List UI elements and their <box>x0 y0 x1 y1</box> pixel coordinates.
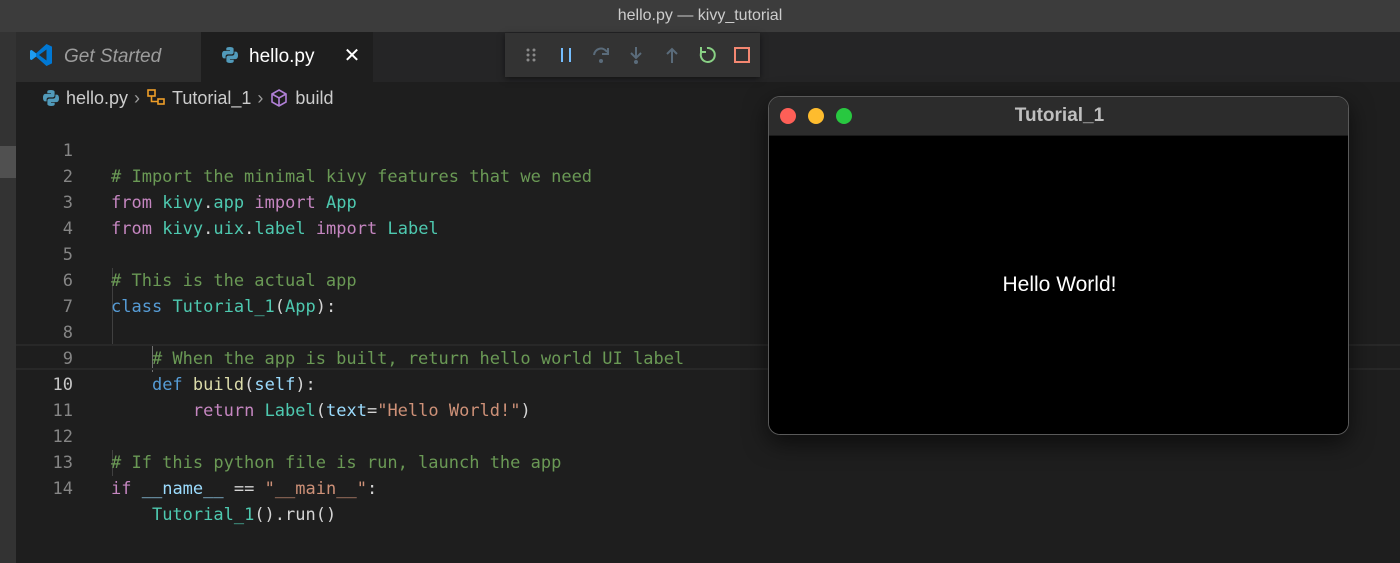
kivy-app-window[interactable]: Tutorial_1 Hello World! <box>768 96 1349 435</box>
tab-label: Get Started <box>64 46 162 67</box>
window-titlebar: hello.py — kivy_tutorial <box>0 0 1400 32</box>
step-into-icon <box>630 47 643 64</box>
restart-button[interactable] <box>689 33 724 77</box>
kivy-window-titlebar[interactable]: Tutorial_1 <box>769 97 1348 136</box>
class-name: Tutorial_1 <box>151 505 255 525</box>
line-number: 14 <box>52 479 73 499</box>
activity-bar-active-item[interactable] <box>0 146 16 178</box>
keyword: if <box>111 479 132 499</box>
close-window-icon[interactable] <box>780 108 796 124</box>
tab-get-started[interactable]: Get Started <box>16 32 201 82</box>
string-literal: "__main__" <box>264 479 367 499</box>
class-icon <box>147 89 165 105</box>
kivy-window-content: Hello World! <box>769 136 1348 434</box>
window-title: hello.py — kivy_tutorial <box>617 7 783 24</box>
maximize-window-icon[interactable] <box>836 108 852 124</box>
operator: == <box>223 479 265 499</box>
method-icon <box>271 89 288 107</box>
vscode-logo-icon <box>28 42 54 73</box>
close-icon[interactable]: ✕ <box>341 45 363 67</box>
python-icon <box>221 46 239 69</box>
step-out-button[interactable] <box>654 33 689 77</box>
step-over-icon <box>593 47 610 63</box>
minimize-window-icon[interactable] <box>808 108 824 124</box>
breadcrumb-class[interactable]: Tutorial_1 <box>146 88 251 109</box>
chevron-right-icon: › <box>134 87 141 108</box>
pause-icon <box>560 48 571 62</box>
variable: __name__ <box>141 479 224 499</box>
breadcrumb-method-label: build <box>295 87 334 108</box>
tab-hello-py[interactable]: hello.py ✕ <box>201 32 373 82</box>
breadcrumb-file-label: hello.py <box>66 87 129 108</box>
punctuation: : <box>366 479 378 499</box>
debug-toolbar <box>505 33 760 77</box>
python-icon <box>43 90 59 106</box>
step-out-icon <box>666 47 678 63</box>
stop-button[interactable] <box>725 33 760 77</box>
pause-button[interactable] <box>548 33 583 77</box>
code-line[interactable]: 14 Tutorial_1().run() <box>16 450 1400 525</box>
punctuation: ().run() <box>254 505 337 525</box>
breadcrumb-class-label: Tutorial_1 <box>172 87 252 108</box>
drag-handle-icon[interactable] <box>513 33 548 77</box>
restart-icon <box>699 46 716 63</box>
breadcrumb-method[interactable]: build <box>269 88 333 109</box>
kivy-window-title: Tutorial_1 <box>1014 105 1105 126</box>
breadcrumb: hello.py › Tutorial_1 › build <box>42 85 333 111</box>
step-into-button[interactable] <box>619 33 654 77</box>
step-over-button[interactable] <box>584 33 619 77</box>
chevron-right-icon: › <box>257 87 264 108</box>
stop-icon <box>734 47 751 63</box>
breadcrumb-file[interactable]: hello.py <box>42 88 128 109</box>
activity-bar <box>0 32 16 563</box>
hello-world-label: Hello World! <box>1002 273 1117 296</box>
tab-label: hello.py <box>249 46 315 67</box>
